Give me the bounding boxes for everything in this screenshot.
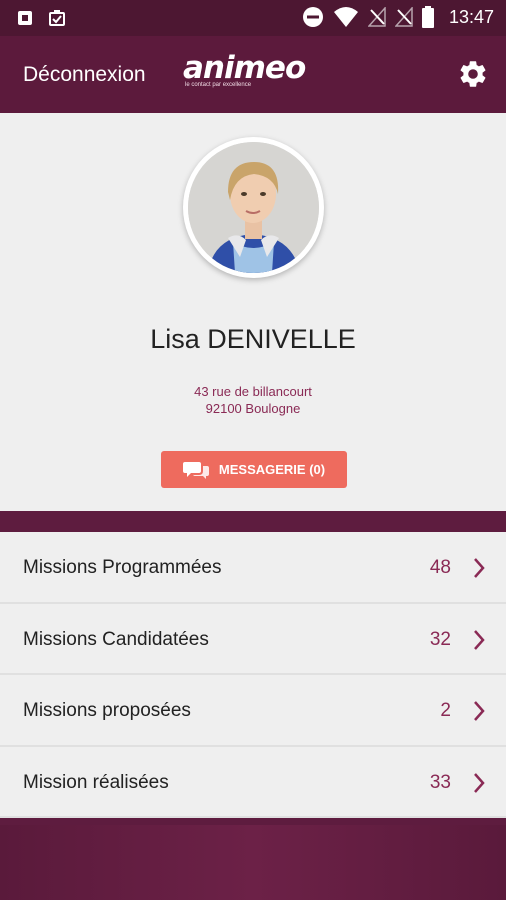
profile-section: Lisa DENIVELLE 43 rue de billancourt 921…: [0, 113, 506, 511]
mission-list: Missions Programmées 48 Missions Candida…: [0, 532, 506, 818]
chevron-right-icon: [474, 629, 485, 650]
brand-name: animeo: [183, 50, 306, 86]
battery-icon: [421, 6, 434, 28]
avatar-photo: [188, 142, 319, 273]
mission-row-programmees[interactable]: Missions Programmées 48: [0, 532, 506, 604]
footer-band: [0, 825, 506, 900]
app-header: Déconnexion animeo le contact par excell…: [0, 36, 506, 113]
mission-row-proposees[interactable]: Missions proposées 2: [0, 675, 506, 747]
mission-label: Missions Candidatées: [23, 628, 209, 650]
avatar: [183, 137, 324, 278]
mission-row-realisees[interactable]: Mission réalisées 33: [0, 746, 506, 818]
mission-label: Missions Programmées: [23, 557, 222, 578]
chevron-right-icon: [474, 701, 485, 721]
section-divider-band: [0, 511, 506, 532]
gear-icon[interactable]: [457, 58, 489, 90]
mission-label: Mission réalisées: [23, 771, 169, 793]
chevron-right-icon: [474, 558, 485, 578]
mission-count: 48: [429, 557, 451, 578]
messaging-button-label: MESSAGERIE (0): [218, 462, 326, 477]
mission-label: Missions proposées: [23, 700, 191, 721]
brand-logo: animeo le contact par excellence: [183, 50, 306, 88]
mission-row-candidatees[interactable]: Missions Candidatées 32: [0, 603, 506, 675]
messaging-button[interactable]: MESSAGERIE (0): [161, 451, 347, 488]
status-time: 13:47: [448, 6, 494, 27]
mission-count: 32: [429, 628, 451, 650]
do-not-disturb-icon: [302, 7, 323, 27]
mission-count: 2: [440, 700, 451, 721]
chevron-right-icon: [474, 772, 485, 793]
notification-app-icon: [18, 11, 32, 25]
chat-bubbles-icon: [182, 461, 209, 479]
no-signal-icon: [394, 7, 413, 27]
logout-button[interactable]: Déconnexion: [23, 63, 146, 87]
clipboard-check-icon: [49, 10, 65, 26]
mission-count: 33: [429, 771, 451, 793]
address-line-2: 92100 Boulogne: [205, 401, 301, 416]
address-line-1: 43 rue de billancourt: [194, 384, 312, 399]
user-address: 43 rue de billancourt 92100 Boulogne: [0, 383, 506, 417]
user-name: Lisa DENIVELLE: [150, 324, 356, 354]
wifi-icon: [333, 7, 358, 27]
no-signal-icon: [367, 7, 386, 27]
status-bar: 13:47: [0, 0, 506, 36]
user-portrait-icon: [188, 142, 319, 273]
